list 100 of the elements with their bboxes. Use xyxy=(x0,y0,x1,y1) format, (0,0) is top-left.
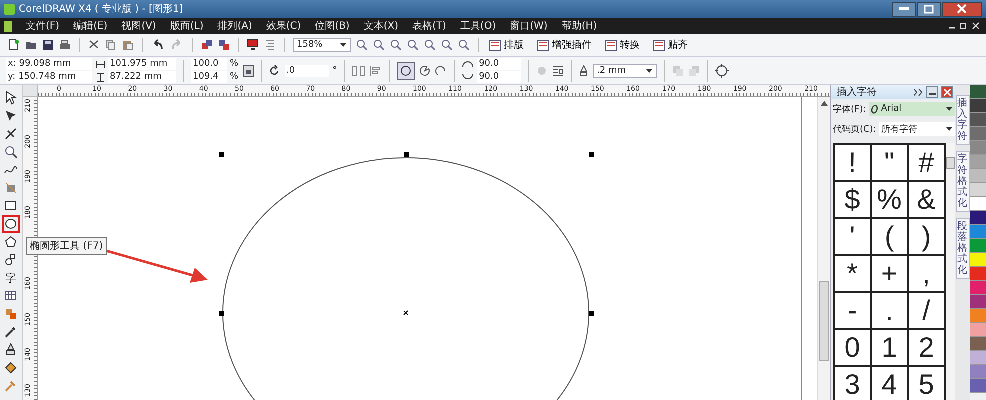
menu-item[interactable]: 排列(A) xyxy=(218,19,252,33)
end-angle-field[interactable]: 90.0 xyxy=(477,71,522,83)
scale-x-field[interactable]: 100.0 xyxy=(191,58,227,70)
color-swatch[interactable] xyxy=(970,225,986,239)
menu-item[interactable]: 文本(X) xyxy=(364,19,398,33)
plugin-button[interactable]: 转换 xyxy=(603,38,646,52)
width-field[interactable]: 101.975 mm xyxy=(108,58,176,70)
menu-item[interactable]: 位图(B) xyxy=(315,19,350,33)
monitor-icon[interactable] xyxy=(247,39,259,51)
character-cell[interactable]: $ xyxy=(835,182,872,219)
docker-tab[interactable]: 段落格式化 xyxy=(956,218,970,279)
character-cell[interactable]: 4 xyxy=(872,367,909,400)
lock-icon[interactable] xyxy=(242,64,254,76)
plugin-button[interactable]: 贴齐 xyxy=(651,38,694,52)
menu-item[interactable]: 视图(V) xyxy=(122,19,156,33)
export-icon[interactable] xyxy=(218,39,230,51)
selection-handles[interactable] xyxy=(219,152,594,316)
character-cell[interactable]: % xyxy=(872,182,909,219)
close-button[interactable] xyxy=(941,86,953,98)
y-position-field[interactable]: y: 150.748 mm xyxy=(6,71,92,83)
menu-item[interactable]: 效果(C) xyxy=(266,19,302,33)
import-icon[interactable] xyxy=(201,39,213,51)
character-cell[interactable]: * xyxy=(835,256,872,293)
color-swatch[interactable] xyxy=(970,113,986,127)
print-icon[interactable] xyxy=(59,39,71,51)
mirror-icon[interactable] xyxy=(352,64,366,76)
color-swatch[interactable] xyxy=(970,379,986,393)
outline-width-dropdown[interactable]: .2 mm xyxy=(593,64,658,78)
scroll-up-icon[interactable] xyxy=(820,101,828,106)
color-swatch[interactable] xyxy=(970,85,986,99)
align-icon[interactable] xyxy=(370,64,382,76)
color-swatch[interactable] xyxy=(970,323,986,337)
code-page-dropdown[interactable]: 所有字符 xyxy=(879,122,955,136)
color-swatch[interactable] xyxy=(970,365,986,379)
scrollbar-thumb[interactable] xyxy=(819,281,829,361)
character-cell[interactable]: 3 xyxy=(835,367,872,400)
character-cell[interactable]: " xyxy=(872,145,909,182)
color-swatch[interactable] xyxy=(970,155,986,169)
menu-item[interactable]: 版面(L) xyxy=(170,19,204,33)
folder-icon[interactable] xyxy=(25,39,37,51)
save-icon[interactable] xyxy=(42,39,54,51)
color-swatch[interactable] xyxy=(970,211,986,225)
zoom-icon[interactable] xyxy=(441,39,453,51)
menu-item[interactable]: 编辑(E) xyxy=(74,19,108,33)
new-document-icon[interactable] xyxy=(8,39,20,51)
character-cell[interactable]: - xyxy=(835,293,872,330)
restore-icon[interactable] xyxy=(960,22,968,30)
character-cell[interactable]: + xyxy=(872,256,909,293)
copy-icon[interactable] xyxy=(105,39,117,51)
color-swatch[interactable] xyxy=(970,169,986,183)
menu-item[interactable]: 工具(O) xyxy=(460,19,496,33)
rotation-field[interactable]: .0 xyxy=(284,64,329,76)
color-swatch[interactable] xyxy=(970,183,986,197)
scissors-icon[interactable] xyxy=(88,39,100,51)
zoom-icon[interactable] xyxy=(407,39,419,51)
wrap-icon[interactable] xyxy=(552,64,564,76)
zoom-level-dropdown[interactable]: 158% xyxy=(293,38,351,52)
height-field[interactable]: 87.222 mm xyxy=(108,71,176,83)
color-swatch[interactable] xyxy=(970,267,986,281)
docker-tab[interactable]: 插入字符 xyxy=(956,95,970,145)
color-swatch[interactable] xyxy=(970,127,986,141)
start-angle-field[interactable]: 90.0 xyxy=(477,58,522,70)
docker-tab[interactable]: 字符格式化 xyxy=(956,151,970,212)
scrollbar-thumb[interactable] xyxy=(946,157,955,169)
crosshair-icon[interactable] xyxy=(715,64,730,78)
pie-icon[interactable] xyxy=(419,64,432,76)
text-tool-button[interactable]: 字 xyxy=(2,269,20,287)
character-cell[interactable]: ' xyxy=(835,219,872,256)
menu-item[interactable]: 帮助(H) xyxy=(562,19,598,33)
close-icon[interactable] xyxy=(972,22,980,30)
color-swatch[interactable] xyxy=(970,197,986,211)
options-icon[interactable] xyxy=(264,39,276,51)
character-cell[interactable]: . xyxy=(872,293,909,330)
ellipse-mode-button[interactable] xyxy=(397,62,416,80)
menu-item[interactable]: 表格(T) xyxy=(412,19,446,33)
tool-button[interactable] xyxy=(2,215,20,233)
menu-item[interactable]: 窗口(W) xyxy=(510,19,548,33)
zoom-icon[interactable] xyxy=(458,39,470,51)
color-swatch[interactable] xyxy=(970,253,986,267)
close-button[interactable] xyxy=(942,2,982,16)
plugin-button[interactable]: 排版 xyxy=(487,38,530,52)
color-swatch[interactable] xyxy=(970,351,986,365)
menu-item[interactable]: 文件(F) xyxy=(26,19,60,33)
zoom-icon[interactable] xyxy=(373,39,385,51)
zoom-icon[interactable] xyxy=(356,39,368,51)
character-cell[interactable]: ! xyxy=(835,145,872,182)
color-swatch[interactable] xyxy=(970,281,986,295)
character-scrollbar[interactable] xyxy=(946,143,955,400)
zoom-icon[interactable] xyxy=(390,39,402,51)
color-swatch[interactable] xyxy=(970,337,986,351)
scale-y-field[interactable]: 109.4 xyxy=(191,71,227,83)
minimize-button[interactable] xyxy=(892,2,916,16)
minimize-button[interactable] xyxy=(926,86,938,98)
character-cell[interactable]: 1 xyxy=(872,330,909,367)
character-cell[interactable]: 0 xyxy=(835,330,872,367)
arc-icon[interactable] xyxy=(435,64,448,76)
character-cell[interactable]: ( xyxy=(872,219,909,256)
vertical-scrollbar[interactable] xyxy=(817,97,830,400)
maximize-button[interactable] xyxy=(917,2,941,16)
color-swatch[interactable] xyxy=(970,239,986,253)
